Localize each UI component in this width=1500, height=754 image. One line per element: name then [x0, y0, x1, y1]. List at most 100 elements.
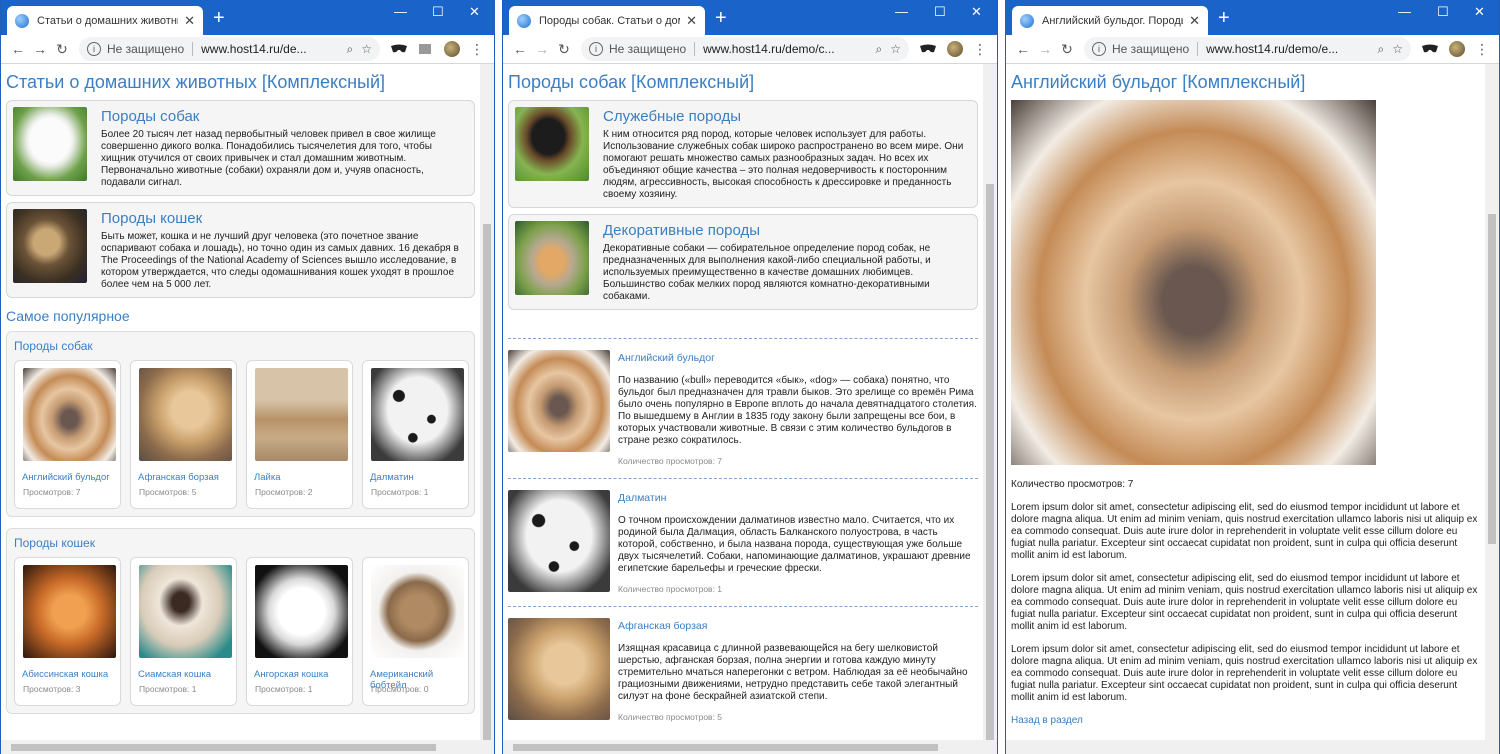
browser-tab[interactable]: Породы собак. Статьи о домаш ✕: [509, 6, 705, 35]
avatar[interactable]: [947, 41, 963, 57]
abyssinian-photo[interactable]: [23, 565, 116, 658]
group-title[interactable]: Породы собак: [14, 340, 467, 352]
tile-link[interactable]: Ангорская кошка: [254, 669, 345, 680]
info-icon[interactable]: i: [1092, 42, 1106, 56]
popular-tile[interactable]: Афганская борзая Просмотров: 5: [130, 360, 237, 509]
avatar[interactable]: [1449, 41, 1465, 57]
mask-extension-icon[interactable]: [1421, 43, 1439, 55]
plus-icon[interactable]: +: [213, 8, 225, 28]
star-icon[interactable]: ☆: [890, 42, 901, 56]
arrow-left-icon[interactable]: ←: [7, 41, 29, 57]
angora-photo[interactable]: [255, 565, 348, 658]
scroll-thumb[interactable]: [986, 184, 994, 744]
plus-icon[interactable]: +: [1218, 8, 1230, 28]
arrow-left-icon[interactable]: ←: [509, 41, 531, 57]
address-bar[interactable]: i Не защищено www.host14.ru/demo/e... ⌕ …: [1084, 37, 1411, 61]
kebab-menu-icon[interactable]: ⋮: [466, 41, 488, 58]
star-icon[interactable]: ☆: [361, 42, 372, 56]
arrow-right-icon[interactable]: →: [531, 41, 553, 57]
scroll-thumb[interactable]: [1488, 214, 1496, 544]
popular-tile[interactable]: Сиамская кошка Просмотров: 1: [130, 557, 237, 706]
info-icon[interactable]: i: [589, 42, 603, 56]
browser-tab[interactable]: Статьи о домашних животных ✕: [7, 6, 203, 35]
mask-extension-icon[interactable]: [390, 43, 408, 55]
reload-icon[interactable]: ↻: [51, 41, 73, 58]
cat-photo[interactable]: [13, 209, 87, 283]
close-icon[interactable]: ✕: [184, 13, 195, 29]
popular-tile[interactable]: Ангорская кошка Просмотров: 1: [246, 557, 353, 706]
minimize-icon[interactable]: —: [1398, 4, 1411, 19]
maximize-icon[interactable]: ☐: [1437, 4, 1449, 20]
article-link[interactable]: Афганская борзая: [618, 620, 978, 632]
category-title[interactable]: Декоративные породы: [603, 222, 971, 239]
dalmatian-photo[interactable]: [371, 368, 464, 461]
popular-tile[interactable]: Абиссинская кошка Просмотров: 3: [14, 557, 121, 706]
browser-tab[interactable]: Английский бульдог. Породы со ✕: [1012, 6, 1208, 35]
reload-icon[interactable]: ↻: [553, 41, 575, 58]
afghan-hound-photo[interactable]: [508, 618, 610, 720]
tile-link[interactable]: Афганская борзая: [138, 472, 229, 483]
popular-tile[interactable]: Американский бобтейл Просмотров: 0: [362, 557, 469, 706]
arrow-right-icon[interactable]: →: [1034, 41, 1056, 57]
pomeranian-photo[interactable]: [515, 221, 589, 295]
mask-extension-icon[interactable]: [919, 43, 937, 55]
kebab-menu-icon[interactable]: ⋮: [969, 41, 991, 58]
bulldog-photo[interactable]: [508, 350, 610, 452]
rottweiler-photo[interactable]: [515, 107, 589, 181]
group-title[interactable]: Породы кошек: [14, 537, 467, 549]
category-card-cats[interactable]: Породы кошек Быть может, кошка и не лучш…: [6, 202, 475, 298]
tile-link[interactable]: Абиссинская кошка: [22, 669, 113, 680]
category-title[interactable]: Служебные породы: [603, 108, 971, 125]
kebab-menu-icon[interactable]: ⋮: [1471, 41, 1493, 58]
close-icon[interactable]: ✕: [1474, 4, 1485, 20]
article-link[interactable]: Английский бульдог: [618, 352, 978, 364]
subcategory-card-service[interactable]: Служебные породы К ним относится ряд пор…: [508, 100, 978, 208]
scroll-thumb[interactable]: [11, 744, 436, 751]
samoyed-photo[interactable]: [13, 107, 87, 181]
arrow-right-icon[interactable]: →: [29, 41, 51, 57]
plus-icon[interactable]: +: [715, 8, 727, 28]
horizontal-scrollbar[interactable]: [1, 740, 494, 754]
category-card-dogs[interactable]: Породы собак Более 20 тысяч лет назад пе…: [6, 100, 475, 196]
scroll-thumb[interactable]: [513, 744, 938, 751]
address-bar[interactable]: i Не защищено www.host14.ru/de... ⌕ ☆: [79, 37, 380, 61]
extension-icon[interactable]: [416, 43, 434, 55]
star-icon[interactable]: ☆: [1392, 42, 1403, 56]
vertical-scrollbar[interactable]: [1485, 64, 1499, 740]
minimize-icon[interactable]: —: [394, 4, 407, 19]
avatar[interactable]: [444, 41, 460, 57]
search-icon[interactable]: ⌕: [1378, 42, 1385, 57]
category-title[interactable]: Породы собак: [101, 108, 468, 125]
bulldog-photo[interactable]: [23, 368, 116, 461]
vertical-scrollbar[interactable]: [983, 64, 997, 744]
horizontal-scrollbar[interactable]: [1006, 740, 1499, 754]
arrow-left-icon[interactable]: ←: [1012, 41, 1034, 57]
vertical-scrollbar[interactable]: [480, 64, 494, 744]
minimize-icon[interactable]: —: [895, 4, 908, 19]
close-icon[interactable]: ✕: [469, 4, 480, 20]
scroll-thumb[interactable]: [483, 224, 491, 744]
subcategory-card-decorative[interactable]: Декоративные породы Декоративные собаки …: [508, 214, 978, 310]
tile-link[interactable]: Лайка: [254, 472, 345, 483]
maximize-icon[interactable]: ☐: [432, 4, 444, 20]
horizontal-scrollbar[interactable]: [503, 740, 997, 754]
popular-tile[interactable]: Далматин Просмотров: 1: [362, 360, 469, 509]
laika-photo[interactable]: [255, 368, 348, 461]
popular-tile[interactable]: Английский бульдог Просмотров: 7: [14, 360, 121, 509]
popular-tile[interactable]: Лайка Просмотров: 2: [246, 360, 353, 509]
info-icon[interactable]: i: [87, 42, 101, 56]
maximize-icon[interactable]: ☐: [934, 4, 946, 20]
reload-icon[interactable]: ↻: [1056, 41, 1078, 58]
search-icon[interactable]: ⌕: [876, 42, 883, 57]
afghan-hound-photo[interactable]: [139, 368, 232, 461]
bobtail-photo[interactable]: [371, 565, 464, 658]
dalmatian-photo[interactable]: [508, 490, 610, 592]
article-link[interactable]: Далматин: [618, 492, 978, 504]
category-title[interactable]: Породы кошек: [101, 210, 468, 227]
search-icon[interactable]: ⌕: [347, 42, 354, 57]
close-icon[interactable]: ✕: [971, 4, 982, 20]
tile-link[interactable]: Сиамская кошка: [138, 669, 229, 680]
siamese-photo[interactable]: [139, 565, 232, 658]
close-icon[interactable]: ✕: [1189, 13, 1200, 29]
close-icon[interactable]: ✕: [686, 13, 697, 29]
